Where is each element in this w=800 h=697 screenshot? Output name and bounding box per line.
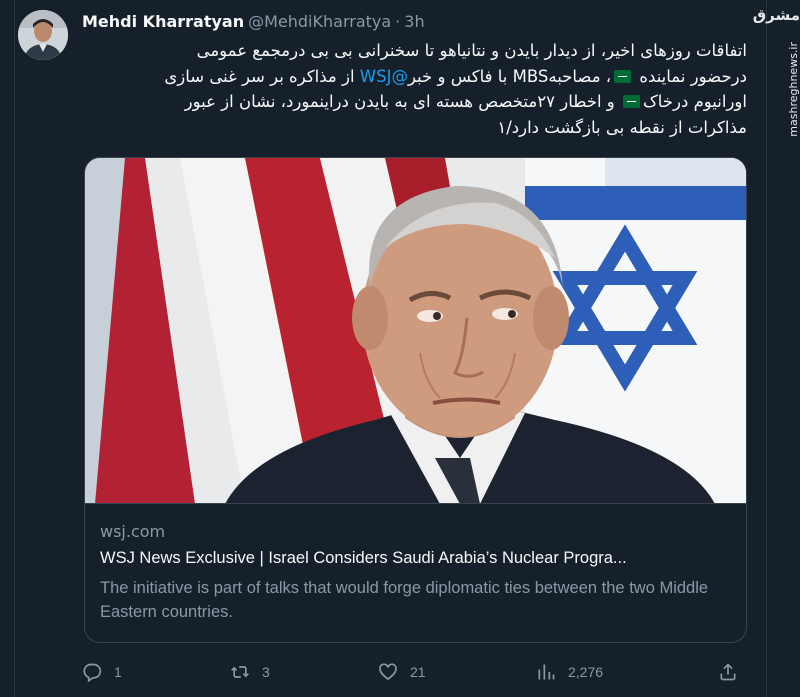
tweet-text-segment: مذاکرات از نقطه بی بازگشت دارد/۱: [497, 117, 747, 137]
tweet-text-segment: از مذاکره بر سر غنی سازی: [164, 66, 360, 86]
watermark-logo: مشرق: [752, 6, 800, 24]
tweet-text-line: اتفاقات روزهای اخیر، از دیدار بایدن و نت…: [82, 38, 747, 64]
watermark: مشرق mashreghnews.ir: [752, 2, 800, 137]
author-handle[interactable]: @MehdiKharratya: [248, 12, 391, 31]
timeline-border-left: [14, 0, 15, 697]
saudi-flag-icon: [614, 69, 632, 83]
like-icon: [379, 663, 397, 681]
watermark-url: mashreghnews.ir: [787, 42, 800, 137]
tweet-text-line: مذاکرات از نقطه بی بازگشت دارد/۱: [82, 115, 747, 141]
retweet-count: 3: [262, 664, 270, 680]
retweet-icon: [231, 666, 249, 678]
views-icon: [538, 664, 555, 680]
timestamp[interactable]: 3h: [404, 12, 424, 31]
share-button[interactable]: [718, 660, 738, 684]
tweet-text: اتفاقات روزهای اخیر، از دیدار بایدن و نت…: [82, 38, 747, 140]
share-icon: [720, 663, 736, 681]
card-domain[interactable]: wsj.com: [100, 522, 165, 541]
card-title[interactable]: WSJ News Exclusive | Israel Considers Sa…: [100, 549, 740, 568]
author-name[interactable]: Mehdi Kharratyan: [82, 12, 244, 31]
timeline-border-right: [766, 0, 767, 697]
avatar[interactable]: [18, 10, 68, 60]
tweet-container: Mehdi Kharratyan @MehdiKharratya · 3h اتفاق…: [0, 0, 800, 697]
retweet-button[interactable]: 3: [230, 660, 270, 684]
tweet-text-segment: درحضور نماینده: [639, 66, 747, 86]
tweet-actions: 1 3 21 2,276: [82, 660, 747, 684]
reply-button[interactable]: 1: [82, 660, 122, 684]
avatar-image: [18, 10, 68, 60]
like-count: 21: [410, 664, 426, 680]
card-photo: [85, 158, 746, 503]
tweet-text-segment: اورانیوم درخاک: [643, 92, 747, 111]
like-button[interactable]: 21: [378, 660, 426, 684]
separator-dot: ·: [395, 12, 401, 31]
tweet-text-line: اورانیوم درخاک و اخطار ۲۷متخصص هسته ای ب…: [82, 89, 747, 115]
tweet-text-segment: اتفاقات روزهای اخیر، از دیدار بایدن و نت…: [196, 41, 747, 60]
views-button[interactable]: 2,276: [536, 660, 603, 684]
saudi-flag-icon: [623, 95, 641, 108]
reply-count: 1: [114, 664, 122, 680]
card-description[interactable]: The initiative is part of talks that wou…: [100, 576, 740, 624]
tweet-text-line: درحضور نماینده ، مصاحبهMBS با فاکس و خبر…: [82, 64, 747, 90]
mention-link[interactable]: @WSJ: [360, 67, 408, 86]
tweet-text-segment: و اخطار ۲۷متخصص هسته ای به بایدن دراینمو…: [184, 92, 621, 111]
tweet-text-segment: ، مصاحبهMBS با فاکس و خبر: [407, 66, 612, 86]
tweet-header: Mehdi Kharratyan @MehdiKharratya · 3h: [82, 11, 425, 33]
reply-icon: [83, 663, 102, 682]
views-count: 2,276: [568, 664, 604, 680]
link-preview-card[interactable]: wsj.com WSJ News Exclusive | Israel Cons…: [84, 157, 747, 643]
card-image[interactable]: [85, 158, 746, 504]
